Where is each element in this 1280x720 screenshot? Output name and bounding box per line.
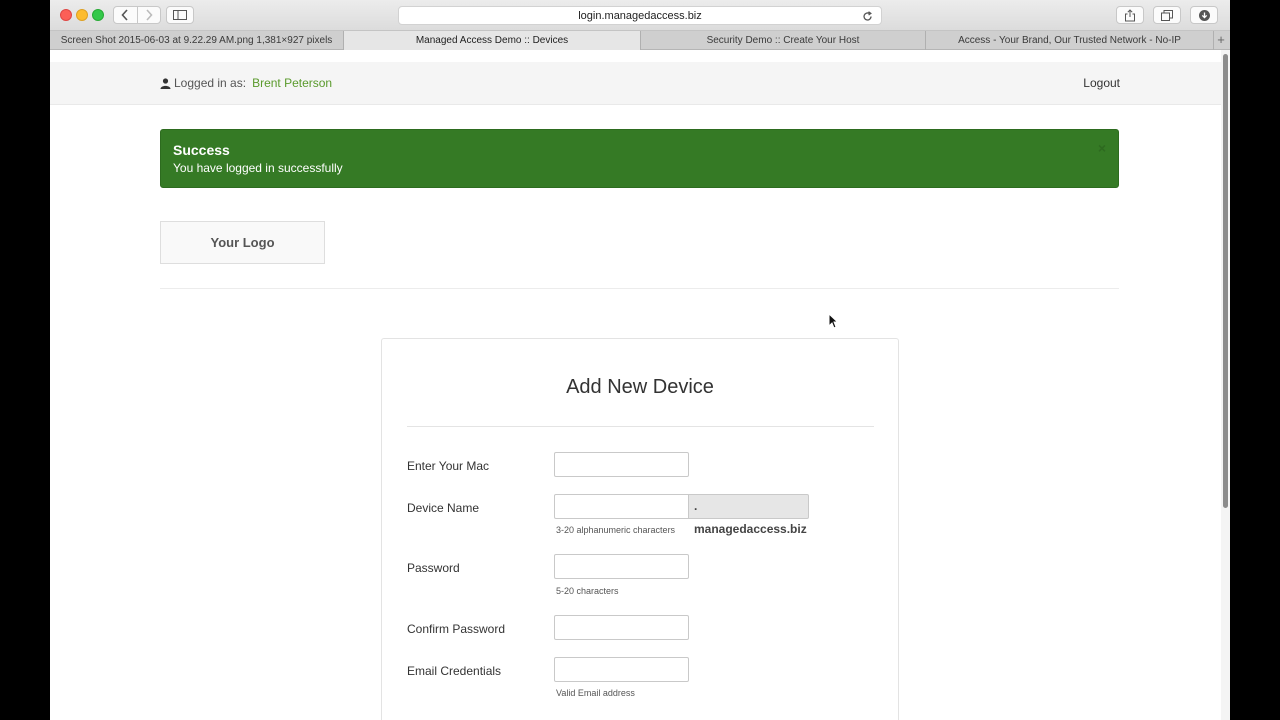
user-name-link[interactable]: Brent Peterson — [252, 76, 332, 90]
downloads-button[interactable] — [1190, 6, 1218, 24]
url-text: login.managedaccess.biz — [578, 10, 702, 22]
tab-devices[interactable]: Managed Access Demo :: Devices — [344, 31, 641, 50]
tab-no-ip[interactable]: Access - Your Brand, Our Trusted Network… — [926, 31, 1214, 50]
device-name-help: 3-20 alphanumeric characters — [556, 525, 676, 535]
browser-toolbar: login.managedaccess.biz — [50, 0, 1230, 31]
tab-create-host[interactable]: Security Demo :: Create Your Host — [641, 31, 926, 50]
logged-in-label: Logged in as: — [174, 76, 247, 90]
tabs-icon — [1161, 9, 1173, 21]
email-label: Email Credentials — [407, 664, 502, 678]
email-help: Valid Email address — [556, 688, 635, 698]
success-alert: Success You have logged in successfully … — [160, 129, 1119, 188]
nav-buttons — [113, 6, 161, 24]
add-device-panel: Add New Device Enter Your Mac Device Nam… — [381, 338, 899, 720]
confirm-password-label: Confirm Password — [407, 622, 506, 636]
user-bar: Logged in as: Brent Peterson Logout — [50, 62, 1221, 105]
address-bar[interactable]: login.managedaccess.biz — [398, 6, 882, 25]
sidebar-icon — [173, 10, 187, 20]
reload-icon — [863, 11, 872, 21]
mouse-cursor-icon — [828, 313, 838, 329]
device-name-input[interactable] — [554, 494, 689, 519]
forward-button[interactable] — [138, 7, 161, 23]
scrollbar-thumb[interactable] — [1223, 54, 1228, 508]
sidebar-toggle-button[interactable] — [166, 6, 194, 24]
zoom-window-button[interactable] — [92, 9, 104, 21]
page-scrollbar[interactable] — [1221, 50, 1230, 720]
close-window-button[interactable] — [60, 9, 72, 21]
show-tabs-button[interactable] — [1153, 6, 1181, 24]
logged-in-info: Logged in as: Brent Peterson — [160, 76, 332, 90]
panel-divider — [407, 426, 874, 427]
mac-input[interactable] — [554, 452, 689, 477]
browser-window: login.managedaccess.biz Screen Shot 2015… — [50, 0, 1230, 720]
confirm-password-input[interactable] — [554, 615, 689, 640]
new-tab-button[interactable]: + — [1214, 31, 1228, 49]
logo-placeholder: Your Logo — [160, 221, 325, 264]
alert-title: Success — [173, 142, 230, 158]
email-input[interactable] — [554, 657, 689, 682]
device-name-label: Device Name — [407, 501, 480, 515]
divider — [160, 288, 1119, 289]
panel-title: Add New Device — [566, 376, 714, 398]
alert-close-button[interactable]: × — [1098, 140, 1106, 156]
user-icon — [160, 77, 171, 89]
web-page: Logged in as: Brent Peterson Logout Succ… — [50, 50, 1221, 720]
mac-label: Enter Your Mac — [407, 459, 490, 473]
download-icon — [1198, 9, 1210, 21]
back-icon — [121, 9, 128, 21]
reload-button[interactable] — [862, 10, 873, 28]
forward-icon — [146, 9, 153, 21]
tab-screenshot[interactable]: Screen Shot 2015-06-03 at 9.22.29 AM.png… — [50, 31, 344, 50]
tab-bar: Screen Shot 2015-06-03 at 9.22.29 AM.png… — [50, 31, 1230, 50]
password-help: 5-20 characters — [556, 586, 619, 596]
alert-message: You have logged in successfully — [173, 161, 343, 175]
minimize-window-button[interactable] — [76, 9, 88, 21]
back-button[interactable] — [114, 7, 137, 23]
password-input[interactable] — [554, 554, 689, 579]
password-label: Password — [407, 561, 460, 575]
domain-suffix: . managedaccess.biz — [688, 494, 809, 536]
logout-link[interactable]: Logout — [1083, 76, 1120, 90]
share-button[interactable] — [1116, 6, 1144, 24]
share-icon — [1125, 8, 1135, 21]
